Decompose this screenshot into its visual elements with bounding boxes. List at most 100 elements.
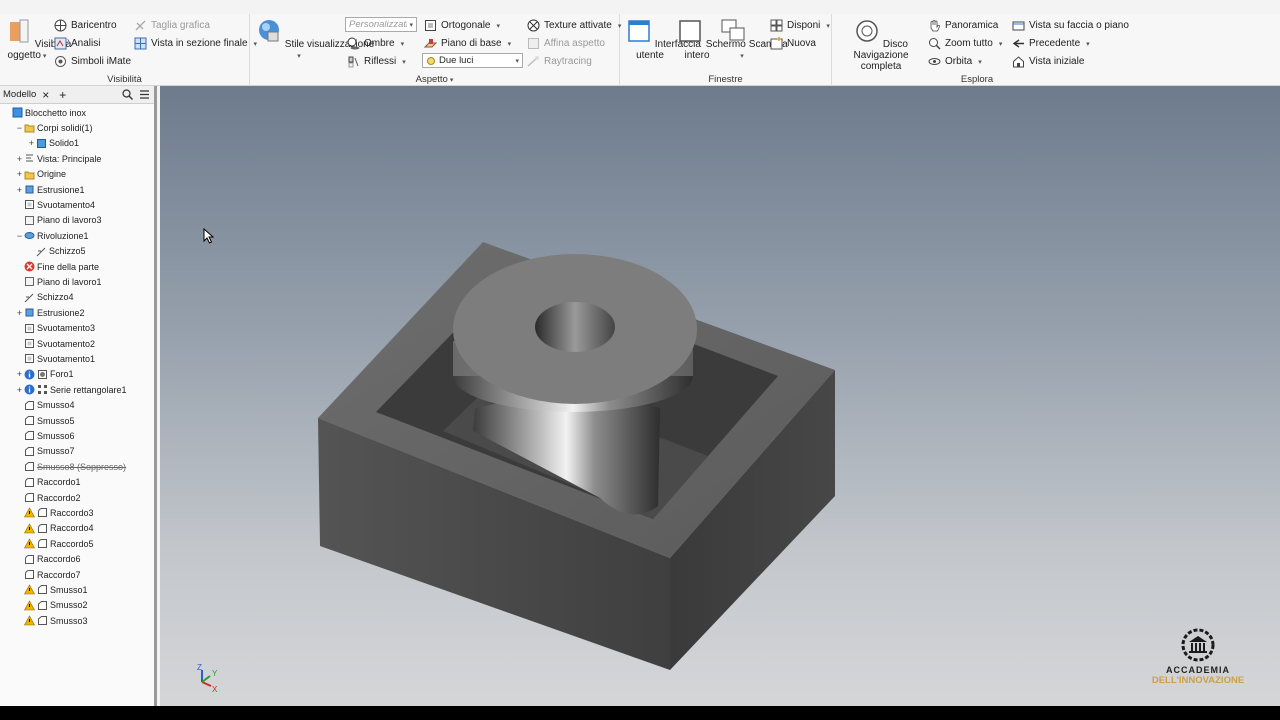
view-icon <box>26 154 33 162</box>
simboli-imate-button[interactable]: Simboli iMate <box>54 53 131 70</box>
stainless-block-model[interactable] <box>318 242 835 670</box>
tree-node[interactable]: + Vista: Principale <box>15 151 102 166</box>
navigation-wheel-button[interactable]: Disco Navigazione completa <box>838 18 924 72</box>
tree-node[interactable]: Smusso6 <box>15 428 75 443</box>
expand-toggle[interactable]: + <box>15 154 24 164</box>
tree-node[interactable]: Smusso3 <box>15 613 88 628</box>
riflessi-button[interactable]: Riflessi ▾ <box>347 53 406 70</box>
expand-toggle[interactable]: − <box>15 123 24 133</box>
tree-node[interactable]: Svuotamento3 <box>15 321 95 336</box>
tree-node[interactable]: + Estrusione2 <box>15 305 85 320</box>
affina-aspetto-button[interactable]: Affina aspetto <box>527 35 605 52</box>
baricentro-button[interactable]: Baricentro <box>54 17 117 34</box>
tab-model[interactable]: Modello <box>3 89 36 100</box>
tree-node[interactable]: Smusso8 (Soppresso) <box>15 459 126 474</box>
tree-node[interactable]: Raccordo7 <box>15 567 81 582</box>
riflessi-label: Riflessi <box>364 56 397 67</box>
look-at-button[interactable]: Vista su faccia o piano <box>1012 17 1129 34</box>
tree-node[interactable]: Smusso4 <box>15 398 75 413</box>
tree-node[interactable]: + Serie rettangolare1 <box>15 382 127 397</box>
orbit-button[interactable]: Orbita ▾ <box>928 53 982 70</box>
tree-node[interactable]: − Corpi solidi(1) <box>15 120 93 135</box>
visual-style-button[interactable]: Stile visualizzazione ▾ <box>256 18 374 62</box>
arrange-button[interactable]: Disponi ▾ <box>770 17 830 34</box>
solid-icon <box>37 138 46 148</box>
model-browser-panel: Modello × + Blocchetto inox − Corpi solidi… <box>0 86 157 706</box>
new-window-button[interactable]: Nuova <box>770 35 816 52</box>
expand-toggle[interactable]: + <box>15 169 24 179</box>
tree-node-label: Raccordo1 <box>37 477 81 488</box>
tree-node-label: Smusso6 <box>37 430 75 441</box>
tree-node[interactable]: Piano di lavoro1 <box>15 274 102 289</box>
analisi-button[interactable]: Analisi <box>54 35 100 52</box>
expand-toggle[interactable]: + <box>15 369 24 379</box>
previous-view-label: Precedente <box>1029 38 1081 49</box>
lighting-combo[interactable]: Due luci ▾ <box>422 53 523 68</box>
ortogonale-button[interactable]: Ortogonale ▾ <box>424 17 500 34</box>
expand-toggle[interactable]: + <box>15 308 24 318</box>
tree-node[interactable]: Svuotamento2 <box>15 336 95 351</box>
tree-node[interactable]: Smusso1 <box>15 582 88 597</box>
menu-icon[interactable] <box>139 89 150 100</box>
expand-toggle[interactable]: + <box>15 185 24 195</box>
expand-toggle[interactable]: + <box>15 385 24 395</box>
add-tab-icon[interactable]: + <box>59 88 66 102</box>
tree-node[interactable]: Raccordo6 <box>15 552 81 567</box>
windows-group: Interfaccia utente Schermo intero Scambi… <box>620 14 832 86</box>
tree-node[interactable]: + Estrusione1 <box>15 182 85 197</box>
close-tab-icon[interactable]: × <box>42 88 49 102</box>
tree-node[interactable]: Raccordo5 <box>15 536 94 551</box>
zoom-all-button[interactable]: Zoom tutto ▾ <box>928 35 1002 52</box>
object-visibility-button[interactable]: Visibilità oggetto ▾ <box>6 18 71 62</box>
tree-node[interactable]: Raccordo1 <box>15 475 81 490</box>
raytracing-button[interactable]: Raytracing <box>527 53 592 70</box>
expand-toggle[interactable]: + <box>27 138 36 148</box>
warning-icon <box>24 538 35 549</box>
tree-node[interactable]: Smusso7 <box>15 444 75 459</box>
texture-icon <box>527 19 540 32</box>
tree-node[interactable]: Blocchetto inox <box>3 105 86 120</box>
tree-node[interactable]: Piano di lavoro3 <box>15 213 102 228</box>
tree-node[interactable]: Raccordo3 <box>15 505 94 520</box>
tree-node-label: Raccordo4 <box>50 523 94 534</box>
tree-node[interactable]: Raccordo2 <box>15 490 81 505</box>
tree-node[interactable]: + Foro1 <box>15 367 74 382</box>
piano-base-button[interactable]: Piano di base ▾ <box>424 35 511 52</box>
info-icon <box>24 369 35 380</box>
custom-style-combo[interactable]: Personalizzati ▾ <box>345 17 417 32</box>
expand-toggle[interactable]: − <box>15 231 24 241</box>
vista-sezione-button[interactable]: Vista in sezione finale ▾ <box>134 35 257 52</box>
tree-node-label: Smusso5 <box>37 415 75 426</box>
tree-node[interactable]: Schizzo4 <box>15 290 74 305</box>
home-view-button[interactable]: Vista iniziale <box>1012 53 1084 70</box>
tree-node[interactable]: Smusso2 <box>15 598 88 613</box>
tree-node[interactable]: Smusso5 <box>15 413 75 428</box>
lighting-value: Due luci <box>439 55 474 66</box>
user-interface-button[interactable]: Interfaccia utente <box>626 18 701 61</box>
tree-node[interactable]: Schizzo5 <box>27 244 86 259</box>
warning-icon <box>24 507 35 518</box>
ombre-button[interactable]: Ombre ▾ <box>347 35 404 52</box>
raytracing-label: Raytracing <box>544 56 592 67</box>
texture-button[interactable]: Texture attivate ▾ <box>527 17 621 34</box>
tree-node[interactable]: + Origine <box>15 167 66 182</box>
tree-node-label: Raccordo3 <box>50 507 94 518</box>
pan-button[interactable]: Panoramica <box>928 17 998 34</box>
tree-node[interactable]: Svuotamento4 <box>15 197 95 212</box>
tree-node-label: Vista: Principale <box>37 153 102 164</box>
workplane-icon <box>25 215 34 225</box>
tree-node[interactable]: Raccordo4 <box>15 521 94 536</box>
model-canvas[interactable]: Z X Y <box>160 86 1280 706</box>
previous-view-button[interactable]: Precedente ▾ <box>1012 35 1090 52</box>
tree-node[interactable]: Svuotamento1 <box>15 351 95 366</box>
tree-node[interactable]: − Rivoluzione1 <box>15 228 89 243</box>
taglia-grafica-button[interactable]: Taglia grafica <box>134 17 210 34</box>
shell-icon <box>25 339 34 348</box>
full-screen-button[interactable]: Schermo intero <box>677 18 746 61</box>
switch-window-button[interactable]: Scambia ▾ <box>720 18 788 62</box>
search-icon[interactable] <box>122 89 133 100</box>
tree-node[interactable]: + Solido1 <box>27 136 79 151</box>
extrude-icon <box>25 308 34 317</box>
tree-node[interactable]: Fine della parte <box>15 259 99 274</box>
graphics-viewport[interactable]: Z X Y ACCADEMIA DELL'INNOVAZIONE <box>160 86 1280 706</box>
